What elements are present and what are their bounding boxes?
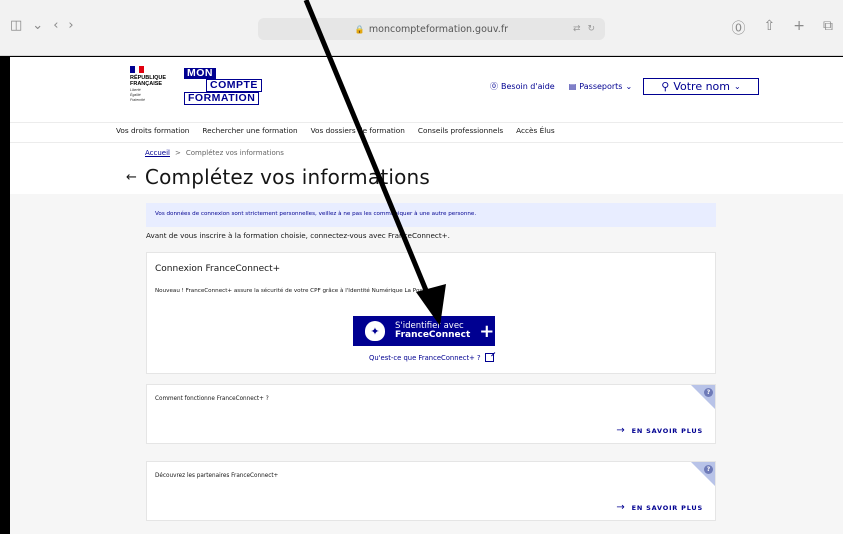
header-links: ⓪ Besoin d'aide ▤ Passeports ⌄: [490, 81, 632, 92]
new-tab-icon[interactable]: +: [793, 18, 805, 38]
franceconnect-button[interactable]: ✦ S'identifier avec FranceConnect +: [353, 316, 495, 346]
breadcrumb-separator: >: [175, 149, 181, 157]
user-icon: ⚲: [661, 80, 670, 93]
learn-more-link[interactable]: → EN SAVOIR PLUS: [616, 502, 703, 513]
back-arrow-icon[interactable]: ←: [126, 170, 137, 185]
chevron-down-icon[interactable]: ⌄: [32, 18, 43, 33]
nav-item-dossiers[interactable]: Vos dossiers de formation: [311, 126, 405, 135]
external-link-icon: [484, 353, 494, 362]
what-is-franceconnect-link[interactable]: Qu'est-ce que FranceConnect+ ?: [369, 353, 494, 362]
intro-text: Avant de vous inscrire à la formation ch…: [146, 231, 450, 240]
breadcrumb-current: Complétez vos informations: [185, 149, 284, 157]
forward-icon[interactable]: ›: [68, 18, 73, 33]
help-label: Besoin d'aide: [501, 82, 555, 91]
motto-1: Liberté: [130, 88, 141, 92]
learn-more-link[interactable]: → EN SAVOIR PLUS: [616, 425, 703, 436]
flag-icon: [130, 66, 145, 73]
mon-compte-formation-logo[interactable]: MON COMPTE FORMATION: [184, 68, 262, 105]
partners-question: Découvrez les partenaires FranceConnect+: [155, 473, 279, 479]
fc-link-label: Qu'est-ce que FranceConnect+ ?: [369, 353, 481, 362]
logo-compte: COMPTE: [206, 79, 262, 92]
web-page: RÉPUBLIQUE FRANÇAISE Liberté Égalité Fra…: [10, 57, 843, 534]
arrow-right-icon: →: [616, 425, 626, 436]
motto-2: Égalité: [130, 93, 141, 97]
franceconnect-description: Nouveau ! FranceConnect+ assure la sécur…: [155, 288, 430, 294]
help-link[interactable]: ⓪ Besoin d'aide: [490, 81, 555, 92]
plus-icon: +: [479, 320, 495, 342]
franceconnect-logo-icon: ✦: [365, 321, 385, 341]
download-icon[interactable]: ⓪: [732, 18, 746, 38]
breadcrumb-home[interactable]: Accueil: [145, 149, 170, 157]
document-icon: ▤: [568, 82, 577, 91]
breadcrumb: Accueil > Complétez vos informations: [145, 149, 284, 157]
how-it-works-card: ? Comment fonctionne FranceConnect+ ? → …: [146, 384, 716, 444]
chevron-down-icon: ⌄: [734, 82, 741, 91]
title-row: ← Complétez vos informations: [126, 165, 430, 189]
learn-more-label: EN SAVOIR PLUS: [631, 426, 703, 435]
logo-mon: MON: [184, 68, 216, 79]
url-text: moncompteformation.gouv.fr: [368, 23, 509, 35]
motto-3: Fraternité: [130, 98, 145, 102]
how-it-works-question: Comment fonctionne FranceConnect+ ?: [155, 396, 269, 402]
logo-formation: FORMATION: [184, 92, 260, 105]
republique-francaise-logo[interactable]: RÉPUBLIQUE FRANÇAISE Liberté Égalité Fra…: [130, 66, 166, 102]
franceconnect-title: Connexion FranceConnect+: [155, 264, 281, 274]
help-icon: ⓪: [490, 82, 498, 91]
page-title: Complétez vos informations: [144, 165, 431, 189]
main-navigation: Vos droits formation Rechercher une form…: [10, 123, 843, 143]
browser-actions: ⓪ ⇧ + ⧉: [732, 18, 833, 38]
nav-item-rechercher[interactable]: Rechercher une formation: [202, 126, 297, 135]
chevron-down-icon: ⌄: [625, 82, 633, 91]
browser-toolbar: ◫ ⌄ ‹ › 🔒 moncompteformation.gouv.fr ⇄ ↻…: [0, 0, 843, 56]
window-edge: [0, 57, 10, 534]
arrow-right-icon: →: [616, 502, 626, 513]
learn-more-label: EN SAVOIR PLUS: [631, 503, 703, 512]
nav-item-conseils[interactable]: Conseils professionnels: [418, 126, 503, 135]
partners-card: ? Découvrez les partenaires FranceConnec…: [146, 461, 716, 521]
question-icon: ?: [704, 388, 713, 397]
tabs-overview-icon[interactable]: ⧉: [823, 18, 833, 38]
address-bar[interactable]: 🔒 moncompteformation.gouv.fr ⇄ ↻: [258, 18, 605, 40]
security-notice: Vos données de connexion sont strictemen…: [146, 203, 716, 227]
nav-item-elus[interactable]: Accès Élus: [516, 126, 555, 135]
sidebar-toggle-icon[interactable]: ◫: [10, 18, 22, 33]
fc-button-line2: FranceConnect: [395, 330, 471, 340]
back-icon[interactable]: ‹: [53, 18, 58, 33]
passports-menu[interactable]: ▤ Passeports ⌄: [569, 82, 632, 91]
site-header: RÉPUBLIQUE FRANÇAISE Liberté Égalité Fra…: [10, 57, 843, 123]
user-account-button[interactable]: ⚲ Votre nom ⌄: [643, 78, 759, 95]
user-name: Votre nom: [673, 80, 731, 93]
share-icon[interactable]: ⇧: [764, 18, 776, 38]
franceconnect-card: Connexion FranceConnect+ Nouveau ! Franc…: [146, 252, 716, 374]
nav-item-droits[interactable]: Vos droits formation: [116, 126, 189, 135]
browser-nav-buttons: ◫ ⌄ ‹ ›: [10, 18, 74, 33]
rf-line2: FRANÇAISE: [130, 81, 163, 87]
passports-label: Passeports: [579, 82, 623, 91]
translate-reload-icons[interactable]: ⇄ ↻: [573, 24, 597, 34]
question-icon: ?: [704, 465, 713, 474]
lock-icon: 🔒: [354, 24, 365, 34]
